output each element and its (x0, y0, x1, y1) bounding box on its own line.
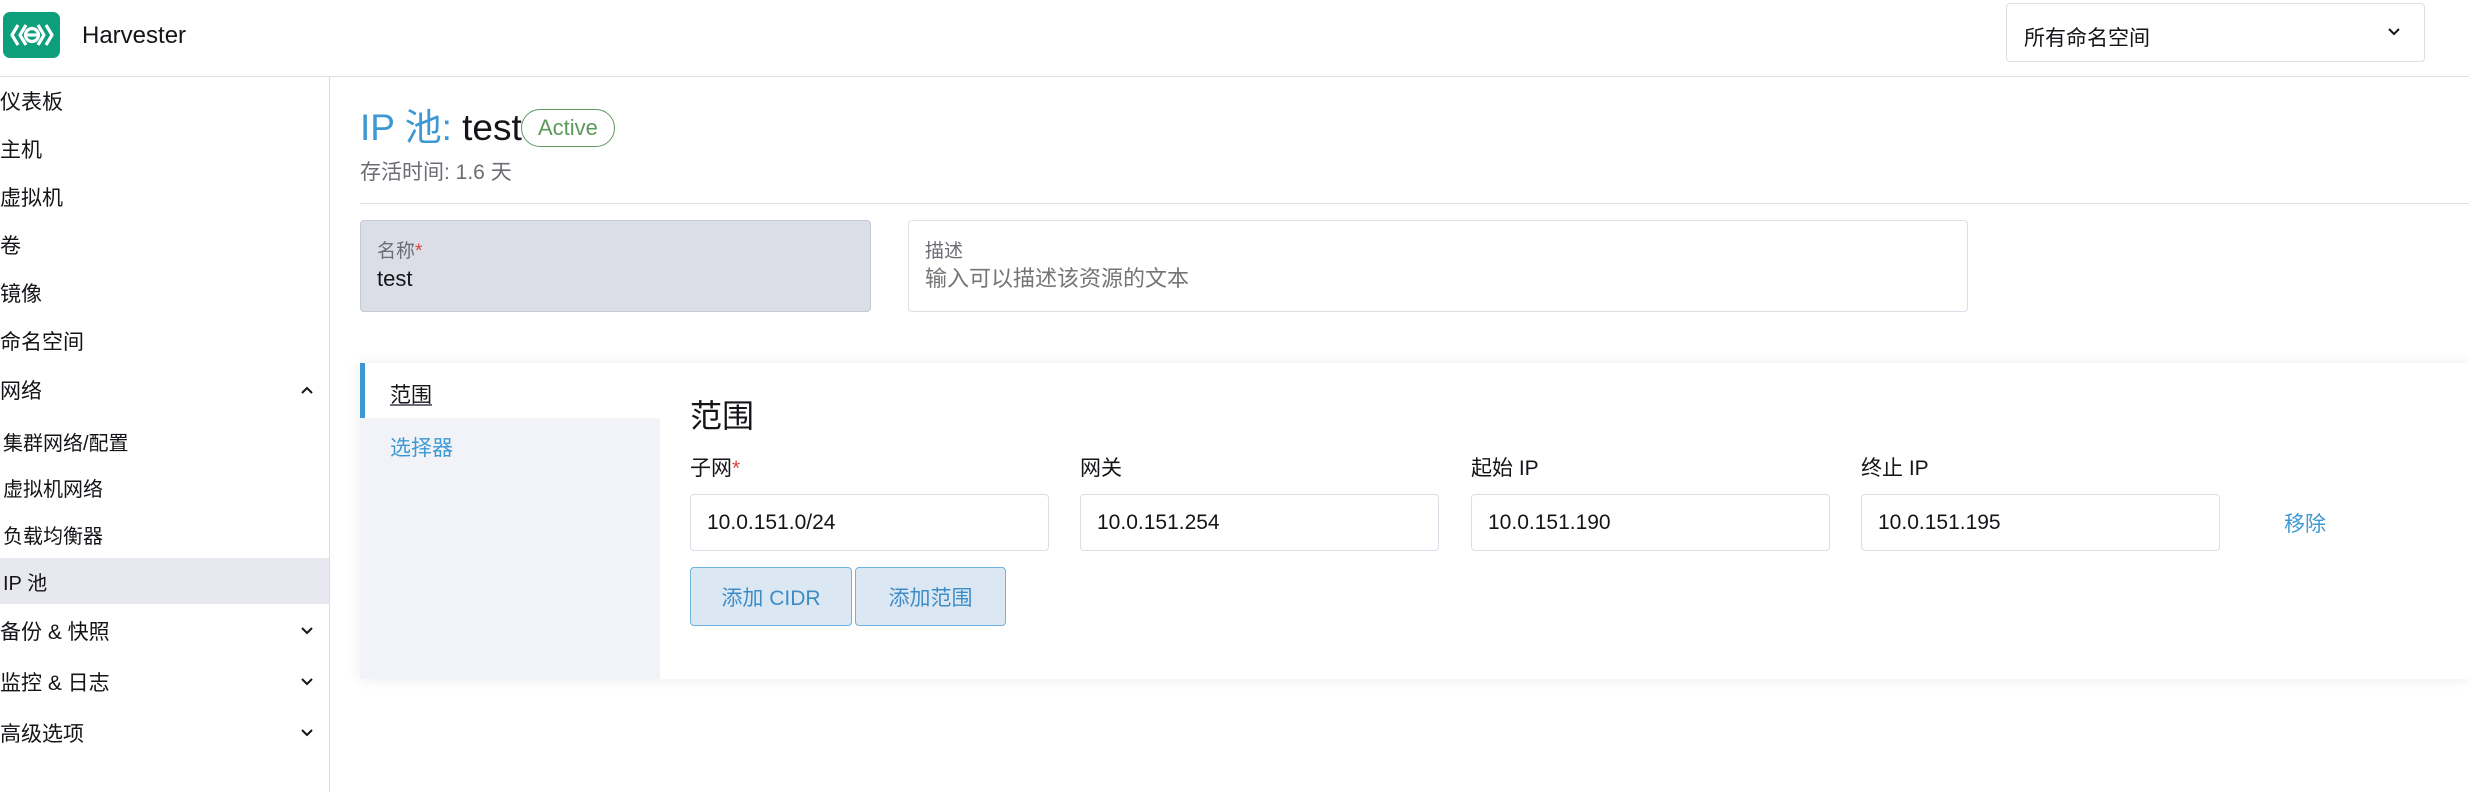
end-ip-input[interactable]: 10.0.151.195 (1861, 494, 2220, 551)
chevron-down-icon (301, 627, 313, 635)
name-field[interactable]: 名称* test (360, 220, 871, 312)
sidebar-group-monitoring-logging[interactable]: 监控 & 日志 (0, 662, 329, 702)
start-ip-input[interactable]: 10.0.151.190 (1471, 494, 1830, 551)
start-ip-label: 起始 IP (1471, 457, 1539, 480)
tab-label: 范围 (390, 384, 432, 407)
top-header: Harvester 所有命名空间 (0, 0, 2469, 77)
side-tabs: 范围 选择器 (360, 363, 660, 679)
sidebar-item-label: 卷 (0, 235, 21, 258)
harvester-logo[interactable] (3, 12, 60, 58)
subnet-input-value: 10.0.151.0/24 (707, 511, 836, 534)
chevron-down-icon (301, 678, 313, 686)
gateway-input[interactable]: 10.0.151.254 (1080, 494, 1439, 551)
divider (360, 203, 2469, 204)
sidebar: 仪表板 主机 虚拟机 卷 镜像 命名空间 网络 集群网络/配置 虚拟机网络 负载… (0, 77, 330, 792)
sidebar-item-label: 监控 & 日志 (0, 672, 110, 695)
description-field[interactable]: 描述 (908, 220, 1968, 312)
description-input[interactable] (925, 266, 1925, 292)
page-title-name: test (462, 107, 522, 148)
tab-label: 选择器 (390, 437, 453, 460)
page-title-prefix[interactable]: IP 池: (360, 107, 452, 148)
namespace-select-value: 所有命名空间 (2024, 27, 2150, 50)
harvester-logo-icon (9, 24, 54, 46)
sidebar-item-dashboard[interactable]: 仪表板 (0, 81, 329, 121)
sidebar-group-networks[interactable]: 网络 (0, 370, 329, 410)
sidebar-item-namespaces[interactable]: 命名空间 (0, 321, 329, 361)
end-ip-input-value: 10.0.151.195 (1878, 511, 2001, 534)
subnet-input[interactable]: 10.0.151.0/24 (690, 494, 1049, 551)
tab-range[interactable]: 范围 (360, 363, 660, 418)
gateway-label: 网关 (1080, 457, 1122, 480)
sidebar-item-label: 虚拟机网络 (3, 478, 103, 501)
chevron-down-icon (2388, 28, 2400, 36)
app-name: Harvester (82, 22, 187, 49)
range-section-title: 范围 (690, 398, 755, 434)
chevron-down-icon (301, 729, 313, 737)
sidebar-item-label: 网络 (0, 380, 42, 403)
sidebar-item-label: 负载均衡器 (3, 525, 103, 548)
start-ip-input-value: 10.0.151.190 (1488, 511, 1611, 534)
sidebar-item-label: 命名空间 (0, 331, 84, 354)
tab-selector[interactable]: 选择器 (360, 416, 660, 471)
sidebar-item-virtual-machines[interactable]: 虚拟机 (0, 177, 329, 217)
sidebar-group-backup-snapshot[interactable]: 备份 & 快照 (0, 611, 329, 651)
sidebar-item-load-balancers[interactable]: 负载均衡器 (0, 514, 329, 554)
end-ip-label: 终止 IP (1861, 457, 1929, 480)
add-range-button[interactable]: 添加范围 (855, 567, 1006, 626)
resource-age: 存活时间: 1.6 天 (360, 161, 512, 184)
sidebar-group-advanced[interactable]: 高级选项 (0, 713, 329, 753)
status-badge: Active (521, 109, 615, 147)
remove-range-button[interactable]: 移除 (2284, 508, 2326, 538)
sidebar-item-images[interactable]: 镜像 (0, 273, 329, 313)
namespace-select[interactable]: 所有命名空间 (2006, 3, 2425, 62)
sidebar-item-label: 备份 & 快照 (0, 621, 110, 644)
sidebar-item-label: 仪表板 (0, 91, 63, 114)
sidebar-item-label: 集群网络/配置 (3, 432, 129, 455)
name-field-value: test (377, 266, 413, 291)
required-mark: * (415, 241, 423, 262)
sidebar-item-label: IP 池 (3, 572, 48, 595)
sidebar-item-volumes[interactable]: 卷 (0, 225, 329, 265)
sidebar-item-label: 镜像 (0, 283, 42, 306)
sidebar-item-vm-networks[interactable]: 虚拟机网络 (0, 467, 329, 507)
gateway-input-value: 10.0.151.254 (1097, 511, 1220, 534)
sidebar-item-label: 虚拟机 (0, 187, 63, 210)
sidebar-item-hosts[interactable]: 主机 (0, 129, 329, 169)
chevron-up-icon (301, 386, 313, 394)
sidebar-item-ip-pools[interactable]: IP 池 (0, 558, 329, 604)
subnet-label: 子网* (690, 457, 741, 480)
page-title: IP 池: test (360, 104, 522, 152)
add-cidr-button[interactable]: 添加 CIDR (690, 567, 852, 626)
sidebar-item-cluster-networks[interactable]: 集群网络/配置 (0, 421, 329, 461)
required-mark: * (732, 457, 741, 480)
description-field-label: 描述 (925, 241, 964, 262)
sidebar-item-label: 高级选项 (0, 723, 84, 746)
name-field-label: 名称* (377, 241, 423, 262)
sidebar-item-label: 主机 (0, 139, 42, 162)
